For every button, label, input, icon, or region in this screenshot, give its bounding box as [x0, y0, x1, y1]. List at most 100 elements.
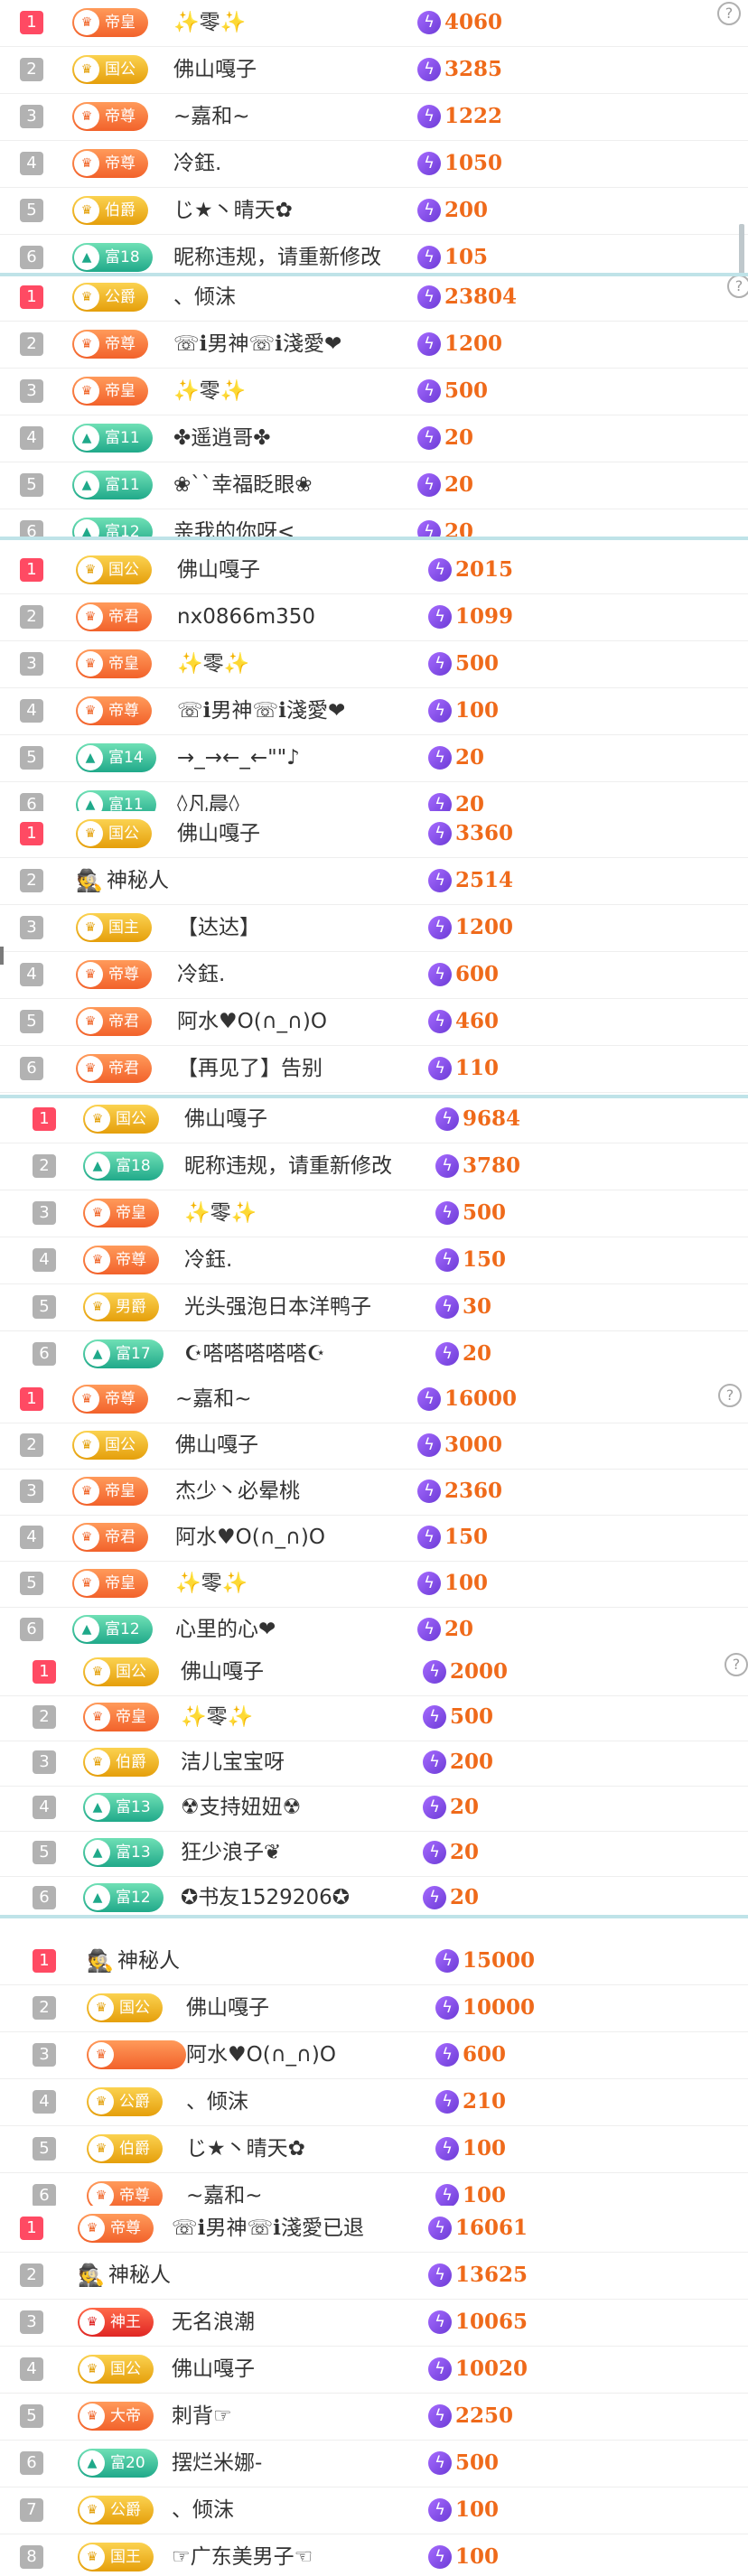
leaderboard-row[interactable]: 3 ♛ 帝皇 杰少丶必晕桃 ϟ 2360 [0, 1469, 748, 1516]
leaderboard-row[interactable]: 1 ♛ 帝尊 ~嘉和~ ϟ 16000 [0, 1377, 748, 1423]
user-name[interactable]: ❀``幸福眨眼❀ [173, 471, 313, 499]
user-name[interactable]: 阿水♥O(∩_∩)O [177, 1008, 327, 1035]
user-name[interactable]: じ★丶晴天✿ [173, 197, 293, 224]
user-name[interactable]: 【再见了】告别 [177, 1055, 323, 1082]
leaderboard-row[interactable]: 5 ♛ 伯爵 じ★丶晴天✿ ϟ 100 [0, 2126, 748, 2173]
leaderboard-row[interactable]: 2 ♛ 帝皇 ✨零✨ ϟ 500 [0, 1694, 748, 1741]
leaderboard-row[interactable]: 2 ♛ 国公 佛山嘎子 ϟ 3000 [0, 1423, 748, 1470]
leaderboard-row[interactable]: 8 ♛ 国王 ☞广东美男子☜ ϟ 100 [0, 2534, 748, 2576]
user-name[interactable]: 佛山嘎子 [172, 2356, 255, 2383]
user-name[interactable]: ✨零✨ [177, 650, 249, 677]
leaderboard-row[interactable]: 3 ♛ 帝皇 ✨零✨ ϟ 500 [0, 369, 748, 415]
user-name[interactable]: 阿水♥O(∩_∩)O [175, 1524, 325, 1551]
help-icon[interactable]: ? [717, 2, 741, 25]
user-name[interactable]: 神秘人 [107, 867, 169, 894]
help-icon[interactable]: ? [718, 1384, 742, 1407]
leaderboard-row[interactable]: 3 ♛ 阿水♥O(∩_∩)O ϟ 600 [0, 2032, 748, 2079]
user-name[interactable]: 洁儿宝宝呀 [181, 1749, 285, 1776]
leaderboard-row[interactable]: 4 ▲ 富13 ☢支持妞妞☢ ϟ 20 [0, 1785, 748, 1832]
leaderboard-row[interactable]: 1 ♛ 国公 佛山嘎子 ϟ 2000 [0, 1649, 748, 1696]
user-name[interactable]: ◊凡晨◊ [177, 791, 239, 811]
leaderboard-row[interactable]: 2 🕵 神秘人 ϟ 13625 [0, 2253, 748, 2300]
user-name[interactable]: 狂少浪子❦ [181, 1839, 281, 1866]
user-name[interactable]: ☪嗒嗒嗒嗒嗒☪ [184, 1340, 325, 1367]
leaderboard-row[interactable]: 5 ♛ 男爵 光头强泡日本洋鸭子 ϟ 30 [0, 1284, 748, 1331]
user-name[interactable]: 佛山嘎子 [173, 56, 257, 83]
user-name[interactable]: 冷鈺. [177, 961, 225, 988]
user-name[interactable]: ☏ℹ男神☏ℹ淺愛已退 [172, 2215, 364, 2242]
leaderboard-row[interactable]: 6 ▲ 富12 心里的心❤ ϟ 20 [0, 1607, 748, 1649]
user-name[interactable]: 昵称违规，请重新修改 [173, 244, 381, 271]
user-name[interactable]: nx0866m350 [177, 603, 315, 630]
user-name[interactable]: 昵称违规，请重新修改 [184, 1153, 392, 1180]
leaderboard-row[interactable]: 6 ▲ 富11 ◊凡晨◊ ϟ 20 [0, 782, 748, 811]
user-name[interactable]: ☏ℹ男神☏ℹ淺愛❤ [173, 331, 341, 358]
scrollbar-thumb[interactable] [739, 224, 744, 275]
user-name[interactable]: ☢支持妞妞☢ [181, 1794, 301, 1821]
user-name[interactable]: 无名浪潮 [172, 2309, 255, 2336]
user-name[interactable]: 佛山嘎子 [184, 1106, 267, 1133]
leaderboard-row[interactable]: 1 ♛ 国公 佛山嘎子 ϟ 9684 [0, 1097, 748, 1143]
user-name[interactable]: 刺背☞ [172, 2403, 232, 2430]
leaderboard-row[interactable]: 6 ▲ 富20 摆烂米娜-ϟ 500 [0, 2441, 748, 2487]
leaderboard-row[interactable]: 2 ♛ 国公 佛山嘎子 ϟ 3285 [0, 47, 748, 94]
user-name[interactable]: 神秘人 [108, 2262, 171, 2289]
leaderboard-row[interactable]: 4 ♛ 帝尊 冷鈺. ϟ 150 [0, 1237, 748, 1284]
user-name[interactable]: 光头强泡日本洋鸭子 [184, 1293, 371, 1321]
leaderboard-row[interactable]: 2 ♛ 帝尊 ☏ℹ男神☏ℹ淺愛❤ ϟ 1200 [0, 322, 748, 369]
user-name[interactable]: 佛山嘎子 [177, 556, 260, 583]
leaderboard-row[interactable]: 6 ▲ 富17 ☪嗒嗒嗒嗒嗒☪ ϟ 20 [0, 1331, 748, 1377]
user-name[interactable]: ~嘉和~ [186, 2182, 263, 2206]
leaderboard-row[interactable]: 4 ♛ 帝君 阿水♥O(∩_∩)O ϟ 150 [0, 1515, 748, 1562]
user-name[interactable]: 杰少丶必晕桃 [175, 1478, 300, 1505]
user-name[interactable]: 佛山嘎子 [177, 820, 260, 847]
user-name[interactable]: ✤遥逍哥✤ [173, 425, 271, 452]
leaderboard-row[interactable]: 6 ♛ 帝君 【再见了】告别 ϟ 110 [0, 1046, 748, 1093]
user-name[interactable]: 佛山嘎子 [181, 1658, 264, 1685]
leaderboard-row[interactable]: 2 ♛ 国公 佛山嘎子 ϟ 10000 [0, 1985, 748, 2032]
leaderboard-row[interactable]: 1 ♛ 公爵 、倾沫 ϟ 23804 [0, 275, 748, 322]
leaderboard-row[interactable]: 6 ▲ 富12 亲我的你呀< ϟ 20 [0, 509, 748, 538]
user-name[interactable]: 亲我的你呀< [173, 518, 295, 538]
leaderboard-row[interactable]: 4 ▲ 富11 ✤遥逍哥✤ ϟ 20 [0, 415, 748, 462]
leaderboard-row[interactable]: 4 ♛ 国公 佛山嘎子 ϟ 10020 [0, 2347, 748, 2394]
leaderboard-row[interactable]: 4 ♛ 公爵 、倾沫 ϟ 210 [0, 2079, 748, 2126]
user-name[interactable]: ✨零✨ [181, 1703, 253, 1731]
leaderboard-row[interactable]: 5 ▲ 富14 →_→←_←""♪ ϟ 20 [0, 735, 748, 782]
user-name[interactable]: ✪书友1529206✪ [181, 1884, 350, 1911]
user-name[interactable]: 、倾沫 [173, 284, 236, 311]
user-name[interactable]: ~嘉和~ [175, 1386, 252, 1413]
user-name[interactable]: ✨零✨ [173, 9, 246, 36]
leaderboard-row[interactable]: 2 ▲ 富18 昵称违规，请重新修改 ϟ 3780 [0, 1143, 748, 1190]
user-name[interactable]: 、倾沫 [186, 2088, 248, 2115]
leaderboard-row[interactable]: 3 ♛ 帝皇 ✨零✨ ϟ 500 [0, 1190, 748, 1237]
user-name[interactable]: 、倾沫 [172, 2497, 234, 2524]
leaderboard-row[interactable]: 5 ♛ 帝君 阿水♥O(∩_∩)O ϟ 460 [0, 999, 748, 1046]
user-name[interactable]: 阿水♥O(∩_∩)O [186, 2041, 336, 2068]
leaderboard-row[interactable]: 6 ▲ 富18 昵称违规，请重新修改 ϟ 105 [0, 235, 748, 275]
user-name[interactable]: ✨零✨ [175, 1570, 248, 1597]
user-name[interactable]: →_→←_←""♪ [177, 744, 300, 771]
leaderboard-row[interactable]: 2 🕵 神秘人 ϟ 2514 [0, 858, 748, 905]
leaderboard-row[interactable]: 3 ♛ 伯爵 洁儿宝宝呀 ϟ 200 [0, 1740, 748, 1787]
leaderboard-row[interactable]: 7 ♛ 公爵 、倾沫 ϟ 100 [0, 2487, 748, 2534]
user-name[interactable]: ☏ℹ男神☏ℹ淺愛❤ [177, 697, 345, 724]
user-name[interactable]: 心里的心❤ [175, 1616, 276, 1643]
help-icon[interactable]: ? [725, 1653, 748, 1676]
leaderboard-row[interactable]: 4 ♛ 帝尊 冷鈺. ϟ 600 [0, 952, 748, 999]
leaderboard-row[interactable]: 3 ♛ 帝尊 ~嘉和~ ϟ 1222 [0, 94, 748, 141]
leaderboard-row[interactable]: 4 ♛ 帝尊 冷鈺. ϟ 1050 [0, 141, 748, 188]
leaderboard-row[interactable]: 5 ♛ 大帝 刺背☞ ϟ 2250 [0, 2394, 748, 2441]
leaderboard-row[interactable]: 2 ♛ 帝君 nx0866m350 ϟ 1099 [0, 594, 748, 641]
user-name[interactable]: ~嘉和~ [173, 103, 250, 130]
leaderboard-row[interactable]: 1 ♛ 帝皇 ✨零✨ ϟ 4060 [0, 0, 748, 47]
user-name[interactable]: 冷鈺. [173, 150, 221, 177]
leaderboard-row[interactable]: 5 ♛ 帝皇 ✨零✨ ϟ 100 [0, 1561, 748, 1608]
leaderboard-row[interactable]: 1 ♛ 帝尊 ☏ℹ男神☏ℹ淺愛已退 ϟ 16061 [0, 2206, 748, 2253]
user-name[interactable]: 佛山嘎子 [186, 1994, 269, 2021]
user-name[interactable]: 摆烂米娜- [172, 2450, 262, 2477]
user-name[interactable]: ☞广东美男子☜ [172, 2543, 313, 2571]
leaderboard-row[interactable]: 5 ▲ 富11 ❀``幸福眨眼❀ ϟ 20 [0, 462, 748, 509]
leaderboard-row[interactable]: 1 🕵 神秘人 ϟ 15000 [0, 1938, 748, 1985]
user-name[interactable]: じ★丶晴天✿ [186, 2135, 305, 2162]
